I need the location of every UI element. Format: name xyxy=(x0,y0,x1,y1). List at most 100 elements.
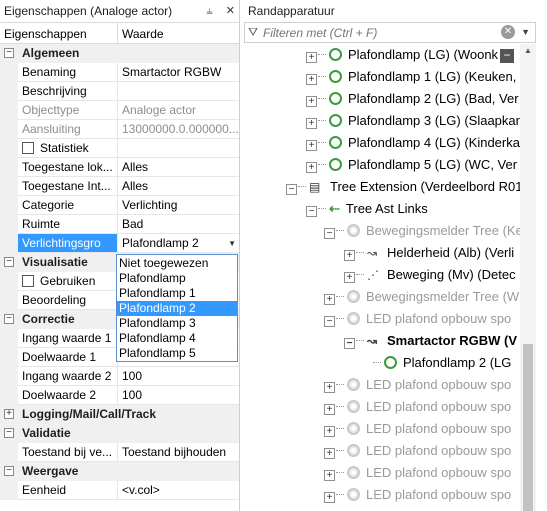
property-value[interactable]: <v.col> xyxy=(118,481,239,500)
property-row-toegestane-int[interactable]: Toegestane Int... Alles xyxy=(0,177,239,196)
tree-node[interactable]: − LED plafond opbouw spo xyxy=(324,308,511,330)
category-algemeen[interactable]: − Algemeen xyxy=(0,44,239,63)
filter-dropdown-icon[interactable]: ▼ xyxy=(521,27,530,37)
collapse-icon[interactable]: − xyxy=(306,206,317,217)
property-value[interactable]: 100 xyxy=(118,386,239,405)
property-row-statistiek[interactable]: Statistiek xyxy=(0,139,239,158)
tree-node[interactable]: Plafondlamp 2 (LG xyxy=(372,352,511,374)
expand-icon[interactable]: + xyxy=(306,52,317,63)
dropdown-option-selected[interactable]: Plafondlamp 2 xyxy=(117,301,237,316)
tree-node[interactable]: + ⋰ Beweging (Mv) (Detec xyxy=(344,264,516,286)
tree-node[interactable]: + Plafondlamp (LG) (Woonk xyxy=(306,44,498,66)
tree-node[interactable]: + Plafondlamp 3 (LG) (Slaapkar xyxy=(306,110,520,132)
category-logging[interactable]: + Logging/Mail/Call/Track xyxy=(0,405,239,424)
lamp-icon xyxy=(329,158,342,171)
expand-icon[interactable]: + xyxy=(4,409,14,419)
pin-icon[interactable]: ⫨ xyxy=(207,5,213,17)
tree-node[interactable]: + LED plafond opbouw spo xyxy=(324,418,511,440)
category-validatie[interactable]: − Validatie xyxy=(0,424,239,443)
column-header-value[interactable]: Waarde xyxy=(118,23,164,43)
expand-icon[interactable]: + xyxy=(306,96,317,107)
expand-icon[interactable]: + xyxy=(306,118,317,129)
device-panel-title: Randapparatuur xyxy=(248,4,335,18)
expand-icon[interactable]: + xyxy=(324,448,335,459)
property-value[interactable]: Bad xyxy=(118,215,239,234)
expand-icon[interactable]: + xyxy=(324,404,335,415)
expand-icon[interactable]: + xyxy=(324,382,335,393)
gebruiken-checkbox[interactable] xyxy=(22,275,34,287)
dropdown-arrow-icon[interactable]: ▼ xyxy=(228,234,236,252)
collapse-icon[interactable]: − xyxy=(324,228,335,239)
expand-icon[interactable]: + xyxy=(324,426,335,437)
expand-icon[interactable]: + xyxy=(324,294,335,305)
property-value[interactable]: Alles xyxy=(118,158,239,177)
verlichtingsgroep-combobox[interactable]: Plafondlamp 2 ▼ xyxy=(118,234,239,253)
property-row-eenheid[interactable]: Eenheid <v.col> xyxy=(0,481,239,500)
property-row-doelwaarde-2[interactable]: Doelwaarde 2 100 xyxy=(0,386,239,405)
column-header-property[interactable]: Eigenschappen xyxy=(0,23,118,43)
dropdown-option[interactable]: Plafondlamp 3 xyxy=(117,316,237,331)
filter-box[interactable]: ⛛ ✕ ▼ xyxy=(244,22,536,43)
property-row-beschrijving[interactable]: Beschrijving xyxy=(0,82,239,101)
collapse-icon[interactable]: − xyxy=(4,48,14,58)
scrollbar-thumb[interactable] xyxy=(523,344,533,511)
property-value[interactable]: 100 xyxy=(118,367,239,386)
clear-filter-icon[interactable]: ✕ xyxy=(501,25,515,39)
close-icon[interactable]: ✕ xyxy=(226,5,235,17)
property-row-toestand[interactable]: Toestand bij ve... Toestand bijhouden xyxy=(0,443,239,462)
tree-vertical-scrollbar[interactable]: ▲ xyxy=(520,44,536,511)
property-value[interactable]: Alles xyxy=(118,177,239,196)
collapse-icon[interactable]: − xyxy=(324,316,335,327)
property-value[interactable]: Verlichting xyxy=(118,196,239,215)
expand-icon[interactable]: + xyxy=(344,272,355,283)
collapse-icon[interactable]: − xyxy=(4,257,14,267)
tree-node[interactable]: + LED plafond opbouw spo xyxy=(324,396,511,418)
category-weergave[interactable]: − Weergave xyxy=(0,462,239,481)
property-value[interactable]: Toestand bijhouden xyxy=(118,443,239,462)
tree-node[interactable]: + LED plafond opbouw spo xyxy=(324,484,511,506)
property-value[interactable] xyxy=(118,82,239,101)
tree-node[interactable]: + LED plafond opbouw spo xyxy=(324,462,511,484)
property-row-ingang-waarde-2[interactable]: Ingang waarde 2 100 xyxy=(0,367,239,386)
property-row-ruimte[interactable]: Ruimte Bad xyxy=(0,215,239,234)
collapse-icon[interactable]: − xyxy=(4,314,14,324)
tree-node-selected[interactable]: − ↝ Smartactor RGBW (V xyxy=(344,330,517,352)
collapse-all-icon[interactable]: − xyxy=(500,49,514,63)
expand-icon[interactable]: + xyxy=(324,492,335,503)
collapse-icon[interactable]: − xyxy=(4,428,14,438)
statistiek-checkbox[interactable] xyxy=(22,142,34,154)
property-row-categorie[interactable]: Categorie Verlichting xyxy=(0,196,239,215)
dropdown-option[interactable]: Plafondlamp 5 xyxy=(117,346,237,361)
property-row-benaming[interactable]: Benaming Smartactor RGBW xyxy=(0,63,239,82)
tree-node[interactable]: + LED plafond opbouw spo xyxy=(324,440,511,462)
property-row-toegestane-lok[interactable]: Toegestane lok... Alles xyxy=(0,158,239,177)
tree-node[interactable]: + Plafondlamp 5 (LG) (WC, Ver xyxy=(306,154,517,176)
expand-icon[interactable]: + xyxy=(306,162,317,173)
tree-node[interactable]: − ▤ Tree Extension (Verdeelbord R01 xyxy=(286,176,522,198)
tree-node[interactable]: + Plafondlamp 4 (LG) (Kinderka xyxy=(306,132,520,154)
verlichtingsgroep-dropdown-list[interactable]: Niet toegewezen Plafondlamp Plafondlamp … xyxy=(116,254,238,362)
dropdown-option[interactable]: Plafondlamp 4 xyxy=(117,331,237,346)
tree-node[interactable]: + LED plafond opbouw spo xyxy=(324,374,511,396)
dropdown-option[interactable]: Niet toegewezen xyxy=(117,256,237,271)
collapse-icon[interactable]: − xyxy=(344,338,355,349)
expand-icon[interactable]: + xyxy=(306,74,317,85)
property-row-verlichtingsgroep[interactable]: Verlichtingsgro Plafondlamp 2 ▼ xyxy=(0,234,239,253)
property-value[interactable]: Smartactor RGBW xyxy=(118,63,239,82)
tree-node[interactable]: + Plafondlamp 1 (LG) (Keuken, xyxy=(306,66,516,88)
led-icon xyxy=(347,400,360,413)
scroll-up-icon[interactable]: ▲ xyxy=(524,46,532,55)
tree-node[interactable]: + Bewegingsmelder Tree (W xyxy=(324,286,519,308)
tree-node[interactable]: − Bewegingsmelder Tree (Ke xyxy=(324,220,523,242)
tree-node[interactable]: − ⇠ Tree Ast Links xyxy=(306,198,428,220)
collapse-icon[interactable]: − xyxy=(286,184,297,195)
expand-icon[interactable]: + xyxy=(324,470,335,481)
dropdown-option[interactable]: Plafondlamp xyxy=(117,271,237,286)
expand-icon[interactable]: + xyxy=(306,140,317,151)
dropdown-option[interactable]: Plafondlamp 1 xyxy=(117,286,237,301)
tree-node[interactable]: + ↝ Helderheid (Alb) (Verli xyxy=(344,242,514,264)
tree-node[interactable]: + Plafondlamp 2 (LG) (Bad, Ver xyxy=(306,88,519,110)
filter-input[interactable] xyxy=(263,25,493,41)
expand-icon[interactable]: + xyxy=(344,250,355,261)
collapse-icon[interactable]: − xyxy=(4,466,14,476)
